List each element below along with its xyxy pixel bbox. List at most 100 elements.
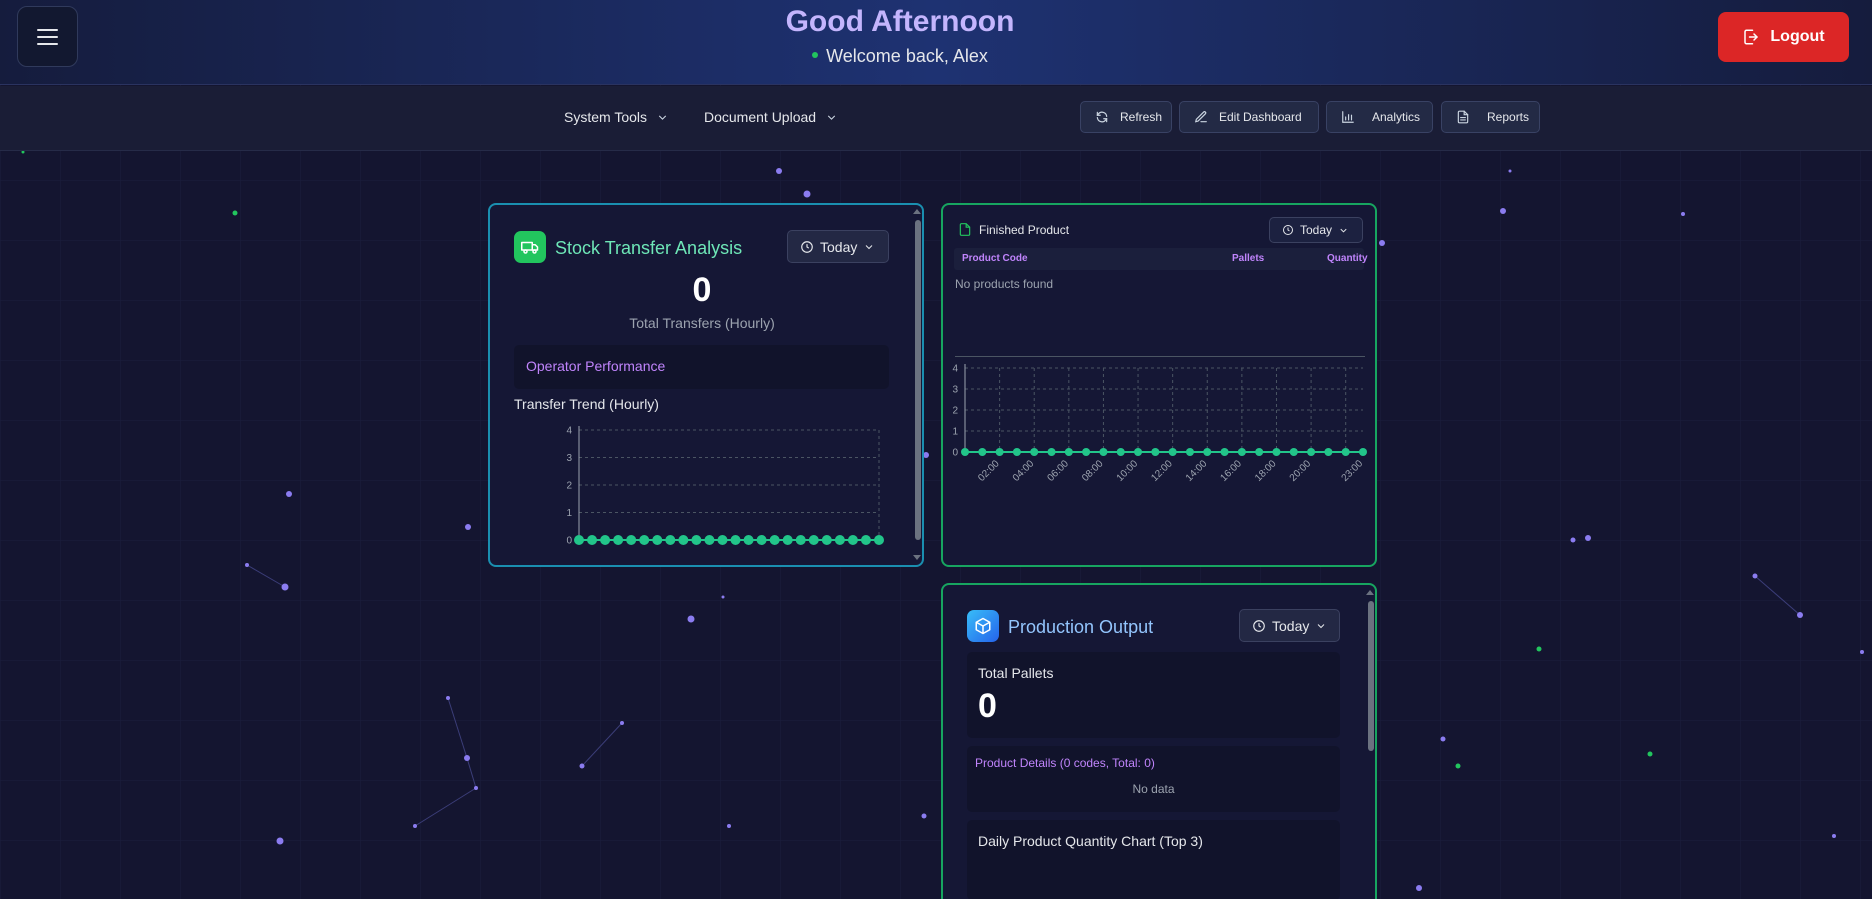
welcome-text: Welcome back, Alex <box>826 46 988 66</box>
toolbar: System Tools Document Upload Refresh Edi… <box>0 86 1872 151</box>
data-point <box>756 535 767 545</box>
data-point <box>743 535 754 545</box>
data-point <box>1134 448 1143 456</box>
stock-transfer-period-dropdown[interactable]: Today <box>787 230 889 263</box>
data-point <box>717 535 728 545</box>
data-point <box>860 535 871 545</box>
operator-performance-panel[interactable]: Operator Performance <box>514 345 889 389</box>
data-point <box>795 535 806 545</box>
data-point <box>613 535 624 545</box>
data-point <box>995 448 1004 456</box>
clock-icon <box>1253 619 1265 632</box>
y-axis-tick-label: 2 <box>566 481 572 492</box>
chart-divider <box>955 356 1365 357</box>
data-point <box>1168 448 1177 456</box>
data-point <box>678 535 689 545</box>
document-icon <box>1457 110 1469 124</box>
data-point <box>961 448 969 456</box>
scroll-up-arrow[interactable] <box>913 209 921 214</box>
logout-icon <box>1744 29 1759 45</box>
total-pallets-label: Total Pallets <box>978 665 1054 681</box>
product-details-panel[interactable]: Product Details (0 codes, Total: 0) No d… <box>967 746 1340 812</box>
x-axis-tick-label: 02:00 <box>976 458 1002 484</box>
x-axis-tick-label: 23:00 <box>1340 458 1366 484</box>
x-axis-tick-label: 04:00 <box>1011 458 1037 484</box>
refresh-button[interactable]: Refresh <box>1080 101 1172 133</box>
column-quantity: Quantity <box>1327 253 1368 264</box>
data-point <box>1047 448 1056 456</box>
total-pallets-value: 0 <box>978 687 997 725</box>
column-product-code: Product Code <box>962 253 1028 264</box>
period-label: Today <box>1300 223 1333 237</box>
finished-product-period-dropdown[interactable]: Today <box>1269 217 1363 243</box>
data-point <box>665 535 676 545</box>
data-point <box>808 535 819 545</box>
data-point <box>821 535 832 545</box>
data-point <box>834 535 845 545</box>
data-point <box>1203 448 1212 456</box>
operator-performance-label: Operator Performance <box>526 358 666 374</box>
chevron-down-icon <box>866 244 873 249</box>
x-axis-tick-label: 12:00 <box>1149 458 1175 484</box>
x-axis-tick-label: 16:00 <box>1219 458 1245 484</box>
scroll-up-arrow[interactable] <box>1366 590 1374 595</box>
data-point <box>1359 448 1367 456</box>
refresh-icon <box>1096 111 1108 123</box>
y-axis-tick-label: 0 <box>952 448 958 459</box>
daily-product-chart-panel: Daily Product Quantity Chart (Top 3) <box>967 820 1340 899</box>
edit-icon <box>1194 111 1207 123</box>
x-axis-tick-label: 14:00 <box>1184 458 1210 484</box>
data-point <box>1099 448 1108 456</box>
y-axis-tick-label: 1 <box>952 427 958 438</box>
data-point <box>1307 448 1316 456</box>
edit-dashboard-button[interactable]: Edit Dashboard <box>1179 101 1319 133</box>
data-point <box>1116 448 1125 456</box>
x-axis-tick-label: 20:00 <box>1288 458 1314 484</box>
clock-icon <box>801 240 813 253</box>
clock-icon <box>1283 225 1293 235</box>
period-label: Today <box>820 238 858 255</box>
reports-button[interactable]: Reports <box>1441 101 1540 133</box>
data-point <box>1341 448 1350 456</box>
app-header: Good Afternoon Welcome back, Alex Logout <box>0 0 1872 85</box>
data-point <box>626 535 637 545</box>
chevron-down-icon <box>827 114 836 120</box>
reports-label: Reports <box>1487 110 1530 124</box>
data-point <box>1064 448 1073 456</box>
no-data-message: No data <box>1132 782 1175 796</box>
system-tools-dropdown[interactable]: System Tools <box>564 109 669 125</box>
finished-product-card: Finished Product Today Product Code Pall… <box>941 203 1377 567</box>
stock-transfer-card: Stock Transfer Analysis Today 0 Total Tr… <box>488 203 924 567</box>
document-upload-dropdown[interactable]: Document Upload <box>704 109 838 125</box>
x-axis-tick-label: 06:00 <box>1045 458 1071 484</box>
scroll-down-arrow[interactable] <box>913 555 921 560</box>
data-point <box>1220 448 1229 456</box>
y-axis-tick-label: 2 <box>952 406 958 417</box>
logout-button[interactable]: Logout <box>1718 12 1849 62</box>
data-point <box>691 535 702 545</box>
system-tools-label: System Tools <box>564 109 647 125</box>
total-transfers-value: 0 <box>692 271 712 309</box>
chevron-down-icon <box>658 114 667 120</box>
card-scrollbar[interactable] <box>915 220 921 540</box>
production-output-period-dropdown[interactable]: Today <box>1239 609 1340 642</box>
daily-product-chart-title: Daily Product Quantity Chart (Top 3) <box>978 833 1203 849</box>
data-point <box>978 448 987 456</box>
total-transfers-label: Total Transfers (Hourly) <box>629 315 775 331</box>
chevron-down-icon <box>1318 623 1325 628</box>
x-axis-tick-label: 10:00 <box>1115 458 1141 484</box>
analytics-button[interactable]: Analytics <box>1326 101 1433 133</box>
truck-icon <box>514 231 546 263</box>
x-axis-tick-label: 18:00 <box>1253 458 1279 484</box>
data-point <box>874 535 884 545</box>
data-point <box>1082 448 1091 456</box>
y-axis-tick-label: 3 <box>952 385 958 396</box>
refresh-label: Refresh <box>1120 110 1163 124</box>
card-scrollbar[interactable] <box>1368 601 1374 751</box>
data-point <box>1151 448 1160 456</box>
chevron-down-icon <box>1340 228 1347 233</box>
edit-dashboard-label: Edit Dashboard <box>1219 110 1302 124</box>
finished-product-title: Finished Product <box>979 223 1070 237</box>
production-output-title: Production Output <box>1008 617 1154 637</box>
data-point <box>600 535 611 545</box>
